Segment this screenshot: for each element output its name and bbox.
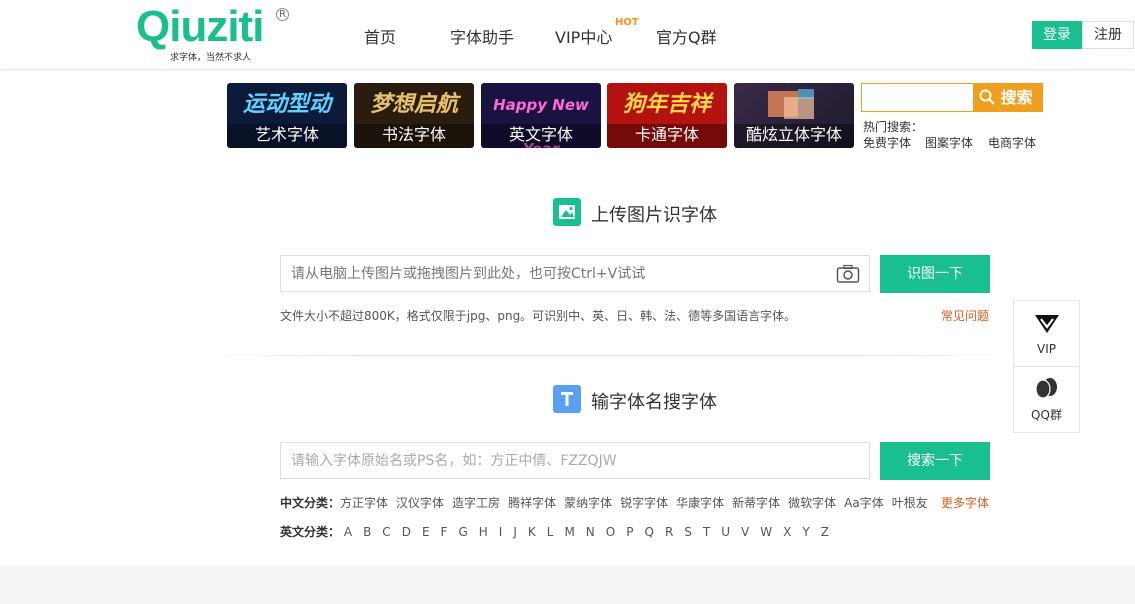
- side-vip[interactable]: VIP: [1014, 301, 1079, 367]
- logo-slogan: 求字体，当然不求人: [170, 53, 252, 63]
- category-label: 书法字体: [354, 124, 474, 148]
- cn-category-link[interactable]: 腾祥字体: [508, 496, 556, 510]
- en-letter-link[interactable]: J: [513, 525, 517, 539]
- category-label: 英文字体: [481, 124, 601, 148]
- hot-link-free-fonts[interactable]: 免费字体: [863, 134, 911, 151]
- side-qq-group[interactable]: QQ群: [1014, 367, 1079, 433]
- category-cartoon-fonts[interactable]: 狗年吉祥 卡通字体: [607, 83, 727, 148]
- cn-category-link[interactable]: 蒙纳字体: [564, 496, 612, 510]
- en-letter-link[interactable]: U: [721, 525, 730, 539]
- english-category-label: 英文分类：: [280, 525, 341, 539]
- category-calligraphy-fonts[interactable]: 梦想启航 书法字体: [354, 83, 474, 148]
- hot-link-pattern-fonts[interactable]: 图案字体: [925, 134, 973, 151]
- upload-section-title: 上传图片识字体: [591, 205, 717, 226]
- side-vip-label: VIP: [1037, 342, 1056, 356]
- registered-mark: R: [276, 8, 289, 21]
- english-category-row: 英文分类： ABCDEFGHIJKLMNOPQRSTUVWXYZ: [280, 523, 840, 540]
- en-letter-link[interactable]: N: [586, 525, 595, 539]
- cn-category-link[interactable]: 新蒂字体: [732, 496, 780, 510]
- hot-badge: HOT: [615, 17, 639, 28]
- image-upload-dropzone[interactable]: 请从电脑上传图片或拖拽图片到此处，也可按Ctrl+V试试: [280, 255, 870, 292]
- cn-category-link[interactable]: 造字工房: [452, 496, 500, 510]
- faq-link[interactable]: 常见问题: [941, 307, 989, 324]
- 3d-cube-icon: [768, 89, 814, 119]
- header-search-input[interactable]: [861, 83, 974, 112]
- en-letter-link[interactable]: K: [528, 525, 536, 539]
- section-divider: [205, 355, 1015, 356]
- category-art-image: Happy New Year: [493, 96, 589, 148]
- cn-category-link[interactable]: 锐字字体: [620, 496, 668, 510]
- top-header: Qiuziti R 求字体，当然不求人 首页 字体助手 VIP中心 HOT 官方…: [0, 0, 1135, 70]
- en-letter-link[interactable]: G: [458, 525, 467, 539]
- side-float-panel: VIP QQ群: [1013, 300, 1080, 433]
- side-qq-label: QQ群: [1031, 408, 1062, 422]
- hot-link-ecommerce-fonts[interactable]: 电商字体: [988, 134, 1036, 151]
- recognize-image-button[interactable]: 识图一下: [880, 255, 990, 293]
- search-icon: [979, 89, 995, 105]
- category-english-fonts[interactable]: Happy New Year 英文字体: [481, 83, 601, 148]
- en-letter-link[interactable]: S: [684, 525, 692, 539]
- en-letter-link[interactable]: Z: [821, 525, 829, 539]
- en-letter-link[interactable]: X: [783, 525, 791, 539]
- en-letter-link[interactable]: H: [479, 525, 488, 539]
- cn-category-link[interactable]: 汉仪字体: [396, 496, 444, 510]
- category-label: 艺术字体: [227, 124, 347, 148]
- en-letter-link[interactable]: M: [564, 525, 574, 539]
- en-letter-link[interactable]: L: [547, 525, 554, 539]
- en-letter-link[interactable]: P: [626, 525, 633, 539]
- category-art-image: 狗年吉祥: [622, 92, 711, 117]
- en-letter-link[interactable]: Y: [802, 525, 809, 539]
- category-art-image: 梦想启航: [369, 92, 458, 117]
- en-letter-link[interactable]: W: [760, 525, 772, 539]
- en-letter-link[interactable]: E: [422, 525, 430, 539]
- cn-category-link[interactable]: 华康字体: [676, 496, 724, 510]
- cn-category-link[interactable]: 微软字体: [788, 496, 836, 510]
- nav-vip-center[interactable]: VIP中心: [555, 24, 612, 48]
- text-t-icon: [553, 385, 581, 413]
- register-button[interactable]: 注册: [1082, 21, 1134, 49]
- camera-icon[interactable]: [836, 264, 860, 288]
- font-name-search-button[interactable]: 搜索一下: [880, 442, 990, 480]
- name-search-section-title: 输字体名搜字体: [591, 392, 717, 413]
- cn-category-link[interactable]: 方正字体: [340, 496, 388, 510]
- logo-text: Qiuziti: [136, 2, 264, 51]
- font-name-search-input[interactable]: 请输入字体原始名或PS名，如：方正中倩、FZZQJW: [280, 442, 870, 479]
- category-label: 酷炫立体字体: [734, 124, 854, 148]
- cn-category-link[interactable]: 叶根友: [892, 496, 928, 510]
- category-art-image: [734, 83, 854, 125]
- en-letter-link[interactable]: O: [606, 525, 615, 539]
- image-upload-icon: [553, 198, 581, 226]
- category-label: 卡通字体: [607, 124, 727, 148]
- qq-group-icon: [1034, 378, 1057, 399]
- en-letter-link[interactable]: B: [363, 525, 371, 539]
- en-letter-link[interactable]: Q: [644, 525, 653, 539]
- header-search-button[interactable]: 搜索: [973, 83, 1043, 112]
- site-logo[interactable]: Qiuziti R 求字体，当然不求人: [136, 2, 296, 64]
- en-letter-link[interactable]: R: [665, 525, 673, 539]
- vip-icon: [1034, 315, 1059, 333]
- nav-home[interactable]: 首页: [364, 24, 396, 48]
- chinese-category-label: 中文分类：: [280, 496, 341, 510]
- en-letter-link[interactable]: F: [441, 525, 448, 539]
- en-letter-link[interactable]: D: [402, 525, 411, 539]
- more-fonts-link[interactable]: 更多字体: [941, 494, 989, 511]
- hot-search-title: 热门搜索：: [863, 120, 924, 134]
- en-letter-link[interactable]: T: [703, 525, 710, 539]
- en-letter-link[interactable]: C: [382, 525, 390, 539]
- category-3d-fonts[interactable]: 酷炫立体字体: [734, 83, 854, 148]
- category-art-image: 运动型动: [242, 92, 331, 117]
- chinese-category-row: 中文分类：方正字体 汉仪字体 造字工房 腾祥字体 蒙纳字体 锐字字体 华康字体 新蒂字体 微软字…: [280, 494, 936, 511]
- nav-official-qq-group[interactable]: 官方Q群: [656, 24, 717, 48]
- login-button[interactable]: 登录: [1032, 21, 1082, 49]
- search-button-label: 搜索: [1000, 88, 1033, 107]
- nav-font-assistant[interactable]: 字体助手: [450, 24, 514, 48]
- en-letter-link[interactable]: A: [344, 525, 352, 539]
- en-letter-link[interactable]: I: [499, 525, 503, 539]
- footer-band: [0, 566, 1135, 604]
- category-art-fonts[interactable]: 运动型动 艺术字体: [227, 83, 347, 148]
- upload-note: 文件大小不超过800K，格式仅限于jpg、png。可识别中、英、日、韩、法、德等…: [280, 309, 797, 323]
- cn-category-link[interactable]: Aa字体: [844, 496, 884, 510]
- en-letter-link[interactable]: V: [741, 525, 749, 539]
